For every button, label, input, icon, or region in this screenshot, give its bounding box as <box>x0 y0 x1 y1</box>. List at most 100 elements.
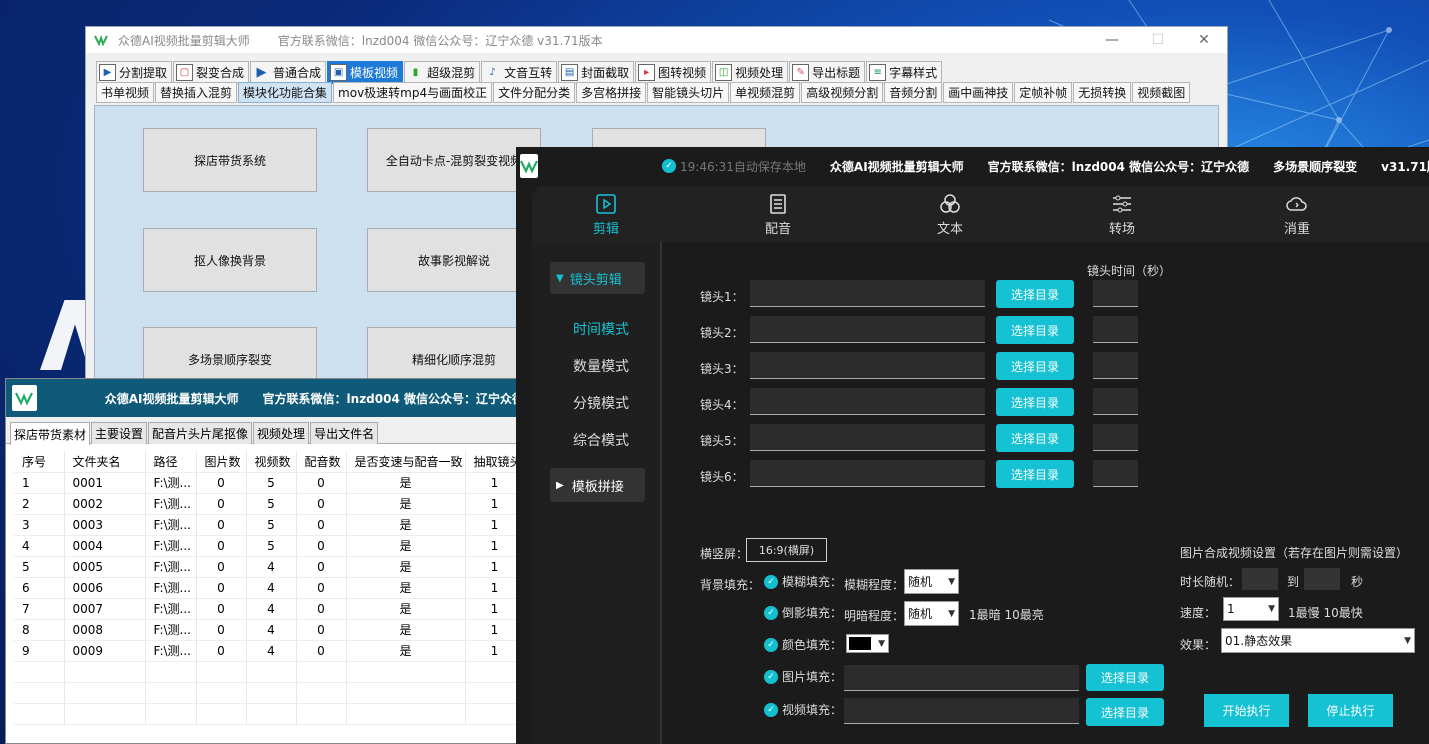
subtab-freeze-frame[interactable]: 定帧补帧 <box>1014 82 1073 103</box>
subtab-smart-slice[interactable]: 智能镜头切片 <box>647 82 730 103</box>
col-path[interactable]: 路径 <box>145 451 197 473</box>
table-row[interactable]: 2 0002 F:\测... 0 5 0 是 1 <box>14 493 525 515</box>
shot-time-input[interactable] <box>1093 424 1138 451</box>
sidebar-group-template[interactable]: ▶ 模板拼接 <box>550 468 645 502</box>
table-row[interactable]: 8 0008 F:\测... 0 4 0 是 1 <box>14 619 525 641</box>
tab-normal-compose[interactable]: ▶ 普通合成 <box>250 61 327 84</box>
image-fill-path[interactable] <box>844 665 1079 691</box>
duration-max-input[interactable] <box>1304 568 1340 590</box>
shot-path-input[interactable] <box>750 424 985 451</box>
stop-button[interactable]: 停止执行 <box>1308 694 1393 727</box>
subtab-single-mix[interactable]: 单视频混剪 <box>730 82 801 103</box>
video-fill-path[interactable] <box>844 698 1079 724</box>
table-row[interactable]: 4 0004 F:\测... 0 5 0 是 1 <box>14 535 525 557</box>
sidebar-item-count-mode[interactable]: 数量模式 <box>573 356 629 376</box>
tab-video-process[interactable]: 视频处理 <box>253 422 310 444</box>
blur-level-select[interactable]: 随机 ▼ <box>904 569 959 594</box>
table-row[interactable]: 3 0003 F:\测... 0 5 0 是 1 <box>14 514 525 536</box>
tab-dubbing-intro-outro[interactable]: 配音片头片尾抠像 <box>148 422 253 444</box>
subtab-grid-splice[interactable]: 多宫格拼接 <box>576 82 647 103</box>
tab-export-title[interactable]: ✎ 导出标题 <box>789 61 866 84</box>
shot-path-input[interactable] <box>750 316 985 343</box>
subtab-advanced-split[interactable]: 高级视频分割 <box>801 82 884 103</box>
speed-select[interactable]: 1 ▼ <box>1223 597 1279 621</box>
col-audios[interactable]: 配音数 <box>296 451 347 473</box>
sidebar-item-storyboard-mode[interactable]: 分镜模式 <box>573 393 629 413</box>
tab-export-filename[interactable]: 导出文件名 <box>310 422 379 444</box>
shot-select-button[interactable]: 选择目录 <box>996 388 1074 416</box>
store-selling-button[interactable]: 探店带货系统 <box>143 128 317 192</box>
col-videos[interactable]: 视频数 <box>246 451 297 473</box>
col-speed-match[interactable]: 是否变速与配音一致 <box>346 451 466 473</box>
sidebar-item-combined-mode[interactable]: 综合模式 <box>573 430 629 450</box>
subtab-file-distribute[interactable]: 文件分配分类 <box>493 82 576 103</box>
subtab-pip[interactable]: 画中画神技 <box>943 82 1014 103</box>
sidebar-group-shot-edit[interactable]: ▼ 镜头剪辑 <box>550 262 645 294</box>
sidebar-item-time-mode[interactable]: 时间模式 <box>573 319 629 339</box>
col-folder[interactable]: 文件夹名 <box>64 451 146 473</box>
shot-path-input[interactable] <box>750 460 985 487</box>
subtab-modular-functions[interactable]: 模块化功能合集 <box>238 82 333 103</box>
subtab-lossless-convert[interactable]: 无损转换 <box>1073 82 1132 103</box>
blur-fill-checkbox[interactable]: ✓ 模糊填充： <box>764 573 842 590</box>
shot-time-input[interactable] <box>1093 388 1138 415</box>
shot-select-button[interactable]: 选择目录 <box>996 352 1074 380</box>
shot-select-button[interactable]: 选择目录 <box>996 460 1074 488</box>
table-row[interactable]: 1 0001 F:\测... 0 5 0 是 1 <box>14 472 525 494</box>
auto-beat-mix-button[interactable]: 全自动卡点-混剪裂变视频 <box>367 128 541 192</box>
tab-super-mix[interactable]: ▮ 超级混剪 <box>404 61 481 84</box>
table-row[interactable]: 6 0006 F:\测... 0 4 0 是 1 <box>14 577 525 599</box>
shot-time-input[interactable] <box>1093 280 1138 307</box>
nav-transition[interactable]: 转场 <box>1088 186 1156 242</box>
story-narration-button[interactable]: 故事影视解说 <box>367 228 541 292</box>
effect-select[interactable]: 01.静态效果 ▼ <box>1221 628 1415 653</box>
shot-time-input[interactable] <box>1093 352 1138 379</box>
shot-time-input[interactable] <box>1093 316 1138 343</box>
tab-subtitle-style[interactable]: ≡ 字幕样式 <box>866 61 943 84</box>
shot-time-input[interactable] <box>1093 460 1138 487</box>
shot-path-input[interactable] <box>750 388 985 415</box>
subtab-replace-insert[interactable]: 替换插入混剪 <box>155 82 238 103</box>
maximize-button[interactable]: ☐ <box>1135 27 1181 53</box>
subtab-audio-split[interactable]: 音频分割 <box>884 82 943 103</box>
portrait-bg-replace-button[interactable]: 抠人像换背景 <box>143 228 317 292</box>
color-fill-checkbox[interactable]: ✓ 颜色填充： <box>764 636 842 653</box>
close-button[interactable]: ✕ <box>1181 27 1227 53</box>
table-row[interactable]: 9 0009 F:\测... 0 4 0 是 1 <box>14 640 525 662</box>
image-fill-select-button[interactable]: 选择目录 <box>1086 664 1164 691</box>
nav-text[interactable]: 文本 <box>916 186 984 242</box>
shot-select-button[interactable]: 选择目录 <box>996 316 1074 344</box>
table-row[interactable]: 7 0007 F:\测... 0 4 0 是 1 <box>14 598 525 620</box>
nav-dedupe[interactable]: 消重 <box>1263 186 1331 242</box>
tab-fission-compose[interactable]: ▢ 裂变合成 <box>173 61 250 84</box>
shot-path-input[interactable] <box>750 352 985 379</box>
video-fill-checkbox[interactable]: ✓ 视频填充： <box>764 701 842 718</box>
image-fill-checkbox[interactable]: ✓ 图片填充： <box>764 668 842 685</box>
tab-image-to-video[interactable]: ▸ 图转视频 <box>635 61 712 84</box>
shot-select-button[interactable]: 选择目录 <box>996 280 1074 308</box>
shot-select-button[interactable]: 选择目录 <box>996 424 1074 452</box>
shot-path-input[interactable] <box>750 280 985 307</box>
tab-split-extract[interactable]: ▶ 分割提取 <box>96 61 173 84</box>
reflect-fill-checkbox[interactable]: ✓ 倒影填充： <box>764 604 842 621</box>
start-button[interactable]: 开始执行 <box>1204 694 1289 727</box>
nav-dubbing[interactable]: 配音 <box>744 186 812 242</box>
minimize-button[interactable]: — <box>1089 27 1135 53</box>
video-fill-select-button[interactable]: 选择目录 <box>1086 698 1164 726</box>
color-picker[interactable]: ▼ <box>846 634 889 653</box>
tab-main-settings[interactable]: 主要设置 <box>91 422 148 444</box>
col-index[interactable]: 序号 <box>14 451 65 473</box>
subtab-video-screenshot[interactable]: 视频截图 <box>1132 82 1191 103</box>
nav-edit[interactable]: 剪辑 <box>572 186 640 242</box>
subtab-booklist-video[interactable]: 书单视频 <box>96 82 155 103</box>
brightness-select[interactable]: 随机 ▼ <box>904 601 959 626</box>
orientation-select[interactable]: 16:9(横屏) <box>746 538 827 562</box>
tab-cover-capture[interactable]: ▤ 封面截取 <box>558 61 635 84</box>
col-images[interactable]: 图片数 <box>196 451 247 473</box>
tab-store-material[interactable]: 探店带货素材 <box>10 422 91 445</box>
table-row[interactable]: 5 0005 F:\测... 0 4 0 是 1 <box>14 556 525 578</box>
duration-min-input[interactable] <box>1242 568 1278 590</box>
subtab-mov-to-mp4[interactable]: mov极速转mp4与画面校正 <box>333 82 493 103</box>
tab-video-process[interactable]: ◫ 视频处理 <box>712 61 789 84</box>
tab-template-video[interactable]: ▣ 模板视频 <box>327 61 404 84</box>
